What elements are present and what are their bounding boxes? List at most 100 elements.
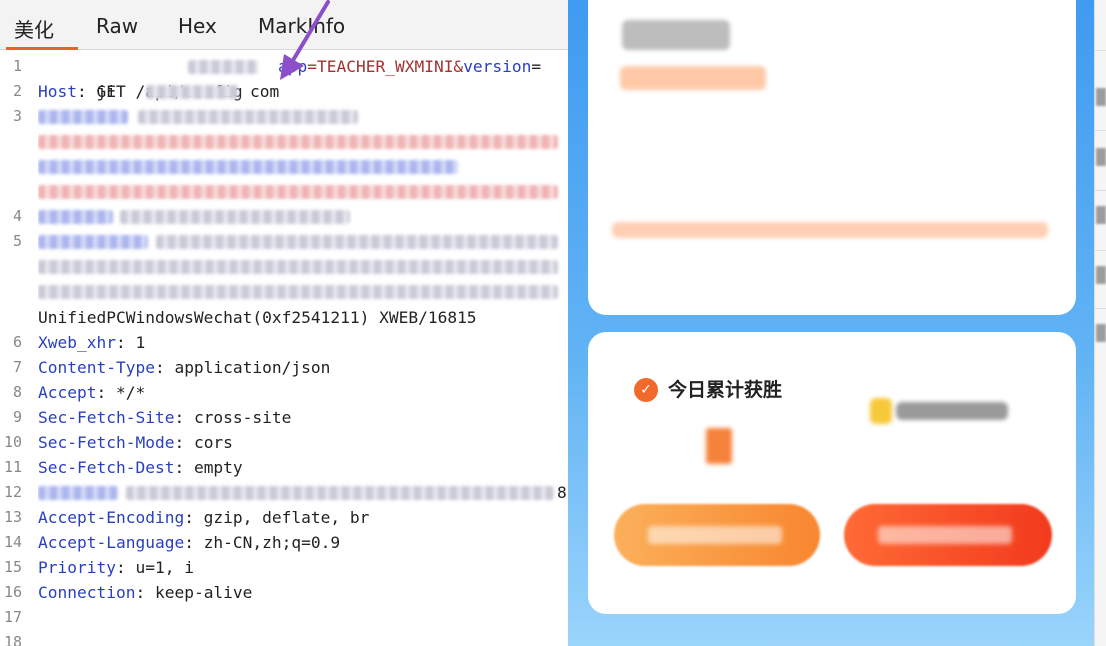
wins-card: ✓ 今日累计获胜 [588, 332, 1076, 614]
divider [1095, 130, 1106, 131]
redacted-header-value [38, 185, 558, 199]
line-number: 15 [3, 558, 22, 576]
host-suffix: com [250, 79, 279, 104]
line-number: 16 [3, 583, 22, 601]
primary-action-button[interactable] [844, 504, 1052, 566]
param-version-eq: = [531, 57, 542, 76]
redacted-notice [612, 222, 1048, 238]
line-number: 3 [12, 107, 22, 125]
redacted-header-value [120, 210, 350, 224]
header-value: : 1 [115, 333, 146, 352]
header-key: Accept-Encoding [38, 508, 185, 527]
redacted-header-value [156, 235, 558, 249]
param-app-value: =TEACHER_WXMINI& [307, 57, 464, 76]
redacted-glyph [1096, 148, 1106, 166]
header-value: : gzip, deflate, br [184, 508, 370, 527]
header-line: Sec-Fetch-Mode: cors [38, 430, 233, 455]
line-number: 2 [12, 82, 22, 100]
redacted-header-value [38, 260, 558, 274]
user-agent-tail: UnifiedPCWindowsWechat(0xf2541211) XWEB/… [38, 308, 477, 327]
redacted-title [622, 20, 730, 50]
line-number: 10 [3, 433, 22, 451]
header-key: Connection [38, 583, 136, 602]
header-key: Sec-Fetch-Dest [38, 458, 175, 477]
header-line: Accept-Language: zh-CN,zh;q=0.9 [38, 530, 340, 555]
header-line: Accept: */* [38, 380, 145, 405]
tab-hex[interactable]: Hex [178, 14, 217, 50]
header-value: : ji [76, 82, 116, 101]
line-number: 8 [12, 383, 22, 401]
header-line: Sec-Fetch-Dest: empty [38, 455, 243, 480]
param-app-key: app [278, 57, 308, 76]
header-key: Priority [38, 558, 116, 577]
redacted-glyph [1096, 206, 1106, 224]
header-key: Sec-Fetch-Site [38, 408, 175, 427]
header-key: Accept-Language [38, 533, 185, 552]
line-number: 4 [12, 207, 22, 225]
redacted-line-tail: 8 [557, 483, 567, 502]
line-number: 9 [12, 408, 22, 426]
line-number: 12 [3, 483, 22, 501]
param-version-key: version [463, 57, 532, 76]
line-number: 7 [12, 358, 22, 376]
query-params: app=TEACHER_WXMINI&version= [278, 54, 541, 79]
line-number: 14 [3, 533, 22, 551]
redacted-header-value [138, 110, 358, 124]
line-number: 17 [3, 608, 22, 626]
redacted-badge [870, 398, 1010, 424]
redacted-button-label [648, 526, 782, 544]
redacted-badge-text [896, 402, 1008, 420]
host-header: Host: ji [38, 79, 116, 104]
redacted-header-value [38, 135, 558, 149]
background-window-edge [1094, 0, 1106, 646]
header-line: Accept-Encoding: gzip, deflate, br [38, 505, 369, 530]
redacted-header-key [38, 486, 118, 500]
line-number: 18 [3, 633, 22, 646]
header-key: Host [38, 82, 77, 101]
header-value: : cors [174, 433, 233, 452]
request-text[interactable]: GET /api/config app=TEACHER_WXMINI&versi… [38, 54, 568, 646]
line-number-gutter: 1 2 3 4 5 6 7 8 9 10 11 12 13 14 15 16 1… [0, 54, 30, 646]
redacted-win-count [706, 428, 732, 464]
redacted-glyph [1096, 266, 1106, 284]
info-card [588, 0, 1076, 315]
header-value: : */* [96, 383, 146, 402]
redacted-subtitle [620, 66, 766, 90]
header-key: Xweb_xhr [38, 333, 116, 352]
header-line: Xweb_xhr: 1 [38, 330, 145, 355]
redacted-header-key [38, 235, 148, 249]
header-value: : empty [174, 458, 243, 477]
redacted-host [146, 85, 238, 99]
line-number: 1 [12, 57, 22, 75]
divider [1095, 308, 1106, 309]
redacted-glyph [1096, 88, 1106, 106]
header-line: Priority: u=1, i [38, 555, 194, 580]
secondary-action-button[interactable] [614, 504, 820, 566]
divider [1095, 250, 1106, 251]
header-value: com [250, 82, 280, 101]
header-value: : application/json [154, 358, 331, 377]
line-number: 5 [12, 232, 22, 250]
badge-icon [870, 398, 892, 424]
divider [1095, 190, 1106, 191]
line-number: 13 [3, 508, 22, 526]
request-editor: 美化 Raw Hex MarkInfo 1 2 3 4 5 6 7 8 9 10… [0, 0, 570, 646]
redacted-header-value [38, 160, 458, 174]
header-value: : cross-site [174, 408, 292, 427]
redacted-glyph [1096, 324, 1106, 342]
tab-markinfo[interactable]: MarkInfo [258, 14, 345, 50]
header-key: Sec-Fetch-Mode [38, 433, 175, 452]
redacted-header-value [126, 486, 554, 500]
redacted-header-value [38, 285, 558, 299]
redacted-header-key [38, 110, 128, 124]
miniprogram-window: ✓ 今日累计获胜 [568, 0, 1094, 646]
tab-raw[interactable]: Raw [96, 14, 138, 50]
check-circle-icon: ✓ [634, 378, 658, 402]
tab-beautify[interactable]: 美化 [6, 14, 78, 50]
header-line: Connection: keep-alive [38, 580, 252, 605]
redacted-header-key [38, 210, 113, 224]
header-value: : zh-CN,zh;q=0.9 [184, 533, 341, 552]
redacted-path [188, 60, 258, 74]
header-line: Sec-Fetch-Site: cross-site [38, 405, 291, 430]
header-value: : keep-alive [135, 583, 253, 602]
